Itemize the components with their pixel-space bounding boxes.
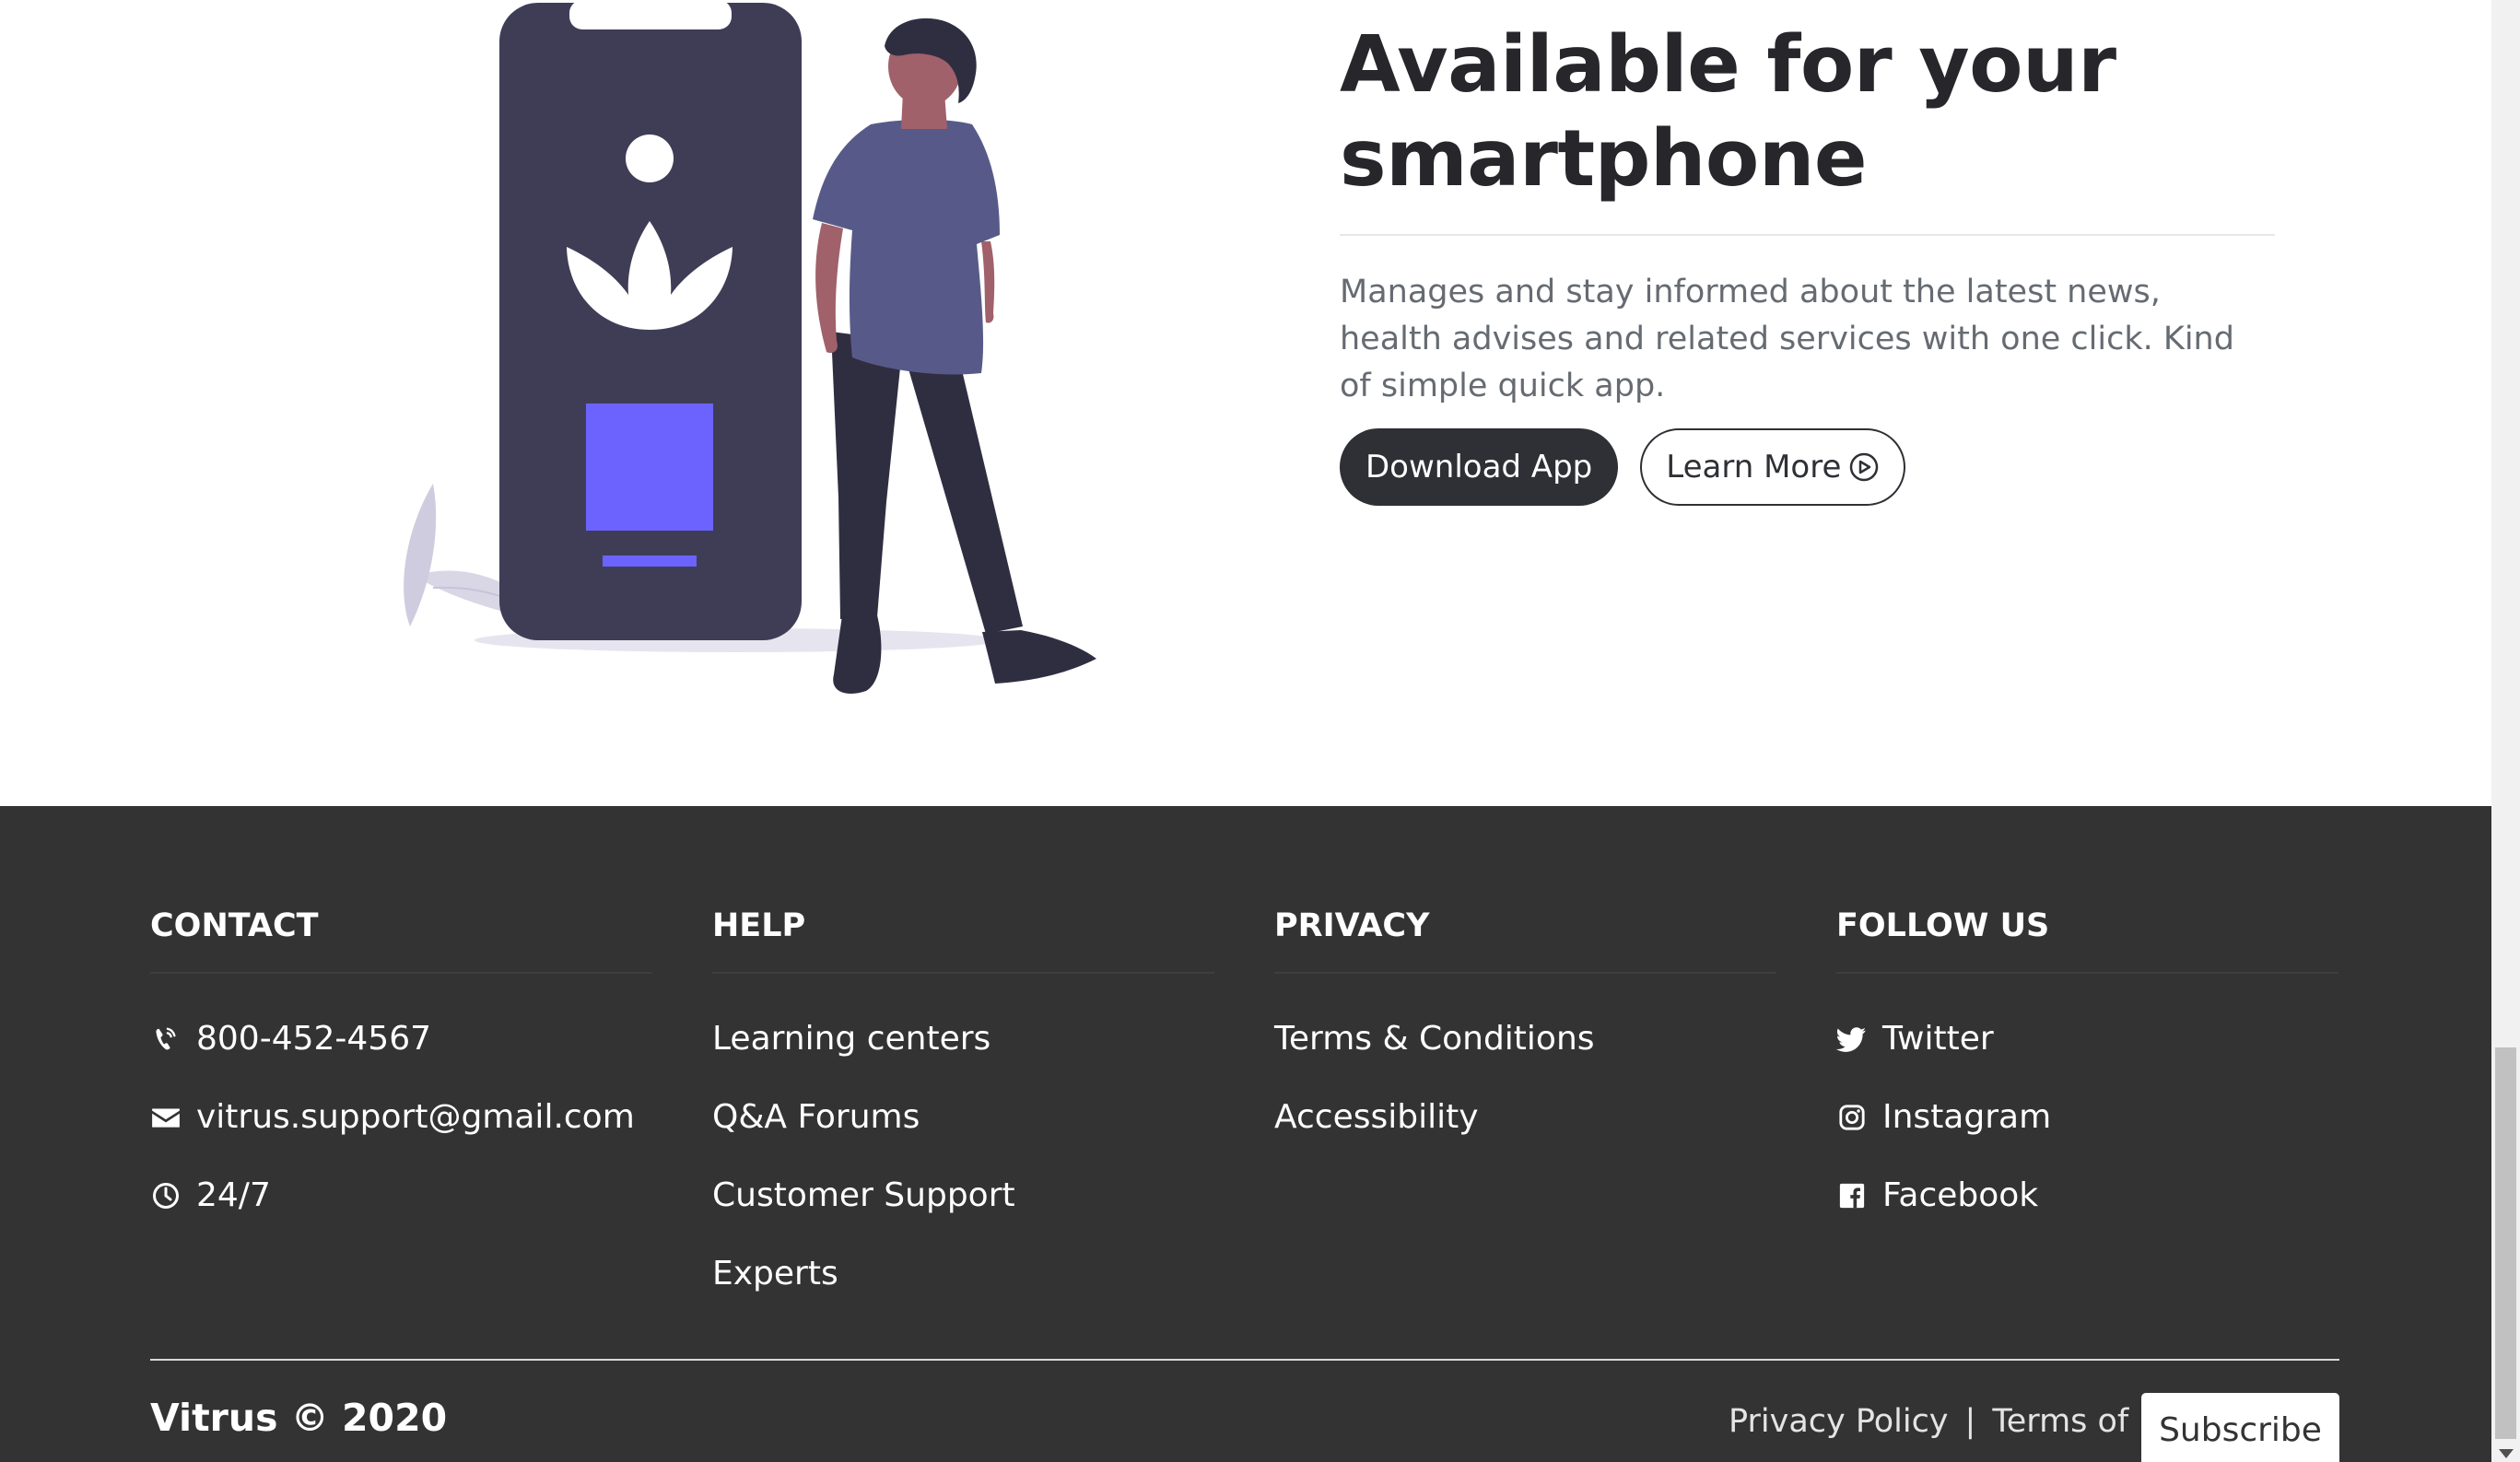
hero-title-line2: smartphone bbox=[1340, 113, 1868, 205]
contact-hours: 24/7 bbox=[150, 1156, 652, 1234]
hero-divider bbox=[1340, 234, 2275, 236]
privacy-link-accessibility[interactable]: Accessibility bbox=[1274, 1078, 1776, 1156]
privacy-link-terms[interactable]: Terms & Conditions bbox=[1274, 1000, 1776, 1078]
subscribe-button[interactable]: Subscribe bbox=[2141, 1393, 2339, 1462]
contact-email[interactable]: vitrus.support@gmail.com bbox=[150, 1078, 652, 1156]
help-column: HELP Learning centers Q&A Forums Custome… bbox=[712, 907, 1214, 1313]
follow-heading: FOLLOW US bbox=[1836, 907, 2050, 944]
privacy-heading: PRIVACY bbox=[1274, 907, 1430, 944]
help-divider bbox=[712, 972, 1214, 974]
contact-heading: CONTACT bbox=[150, 907, 319, 944]
learn-more-button[interactable]: Learn More bbox=[1640, 428, 1906, 506]
clock-icon bbox=[150, 1180, 182, 1211]
instagram-icon bbox=[1836, 1102, 1868, 1133]
contact-email-text: vitrus.support@gmail.com bbox=[196, 1098, 635, 1136]
page-scrollbar[interactable] bbox=[2491, 0, 2520, 1462]
contact-hours-text: 24/7 bbox=[196, 1176, 271, 1214]
legal-separator: | bbox=[1964, 1403, 1976, 1440]
social-twitter-label: Twitter bbox=[1882, 1020, 1994, 1058]
play-circle-icon bbox=[1848, 451, 1880, 483]
hero-text-block: Available for your smartphone Manages an… bbox=[1340, 18, 2275, 506]
hero-title: Available for your smartphone bbox=[1340, 18, 2275, 206]
contact-divider bbox=[150, 972, 652, 974]
footer-legal-links: Privacy Policy | Terms of use bbox=[1729, 1403, 2196, 1440]
hero-buttons: Download App Learn More bbox=[1340, 428, 2275, 506]
hero-title-line1: Available for your bbox=[1340, 19, 2116, 111]
smartphone-illustration bbox=[404, 0, 1096, 694]
help-heading: HELP bbox=[712, 907, 806, 944]
help-link-customer-support[interactable]: Customer Support bbox=[712, 1156, 1214, 1234]
social-instagram-label: Instagram bbox=[1882, 1098, 2052, 1136]
learn-more-label: Learn More bbox=[1666, 449, 1842, 485]
social-link-facebook[interactable]: Facebook bbox=[1836, 1156, 2338, 1234]
footer-divider bbox=[150, 1359, 2339, 1361]
envelope-icon bbox=[150, 1102, 182, 1133]
social-facebook-label: Facebook bbox=[1882, 1176, 2039, 1214]
download-app-button[interactable]: Download App bbox=[1340, 428, 1619, 506]
contact-phone[interactable]: 800-452-4567 bbox=[150, 1000, 652, 1078]
scroll-down-arrow-icon[interactable] bbox=[2499, 1449, 2514, 1458]
help-link-learning-centers[interactable]: Learning centers bbox=[712, 1000, 1214, 1078]
privacy-policy-link[interactable]: Privacy Policy bbox=[1729, 1403, 1949, 1440]
hero-description: Manages and stay informed about the late… bbox=[1340, 274, 2234, 404]
facebook-icon bbox=[1836, 1180, 1868, 1211]
follow-column: FOLLOW US Twitter Instagram Facebook bbox=[1836, 907, 2338, 1234]
site-footer: CONTACT 800-452-4567 vitrus.support@gmai… bbox=[0, 806, 2491, 1462]
phone-icon bbox=[150, 1023, 182, 1055]
contact-phone-text: 800-452-4567 bbox=[196, 1020, 432, 1058]
social-link-twitter[interactable]: Twitter bbox=[1836, 1000, 2338, 1078]
follow-divider bbox=[1836, 972, 2338, 974]
help-link-experts[interactable]: Experts bbox=[712, 1234, 1214, 1313]
scrollbar-thumb[interactable] bbox=[2495, 1047, 2516, 1439]
social-link-instagram[interactable]: Instagram bbox=[1836, 1078, 2338, 1156]
twitter-icon bbox=[1836, 1023, 1868, 1055]
app-promo-section: Available for your smartphone Manages an… bbox=[0, 0, 2491, 806]
privacy-divider bbox=[1274, 972, 1776, 974]
contact-column: CONTACT 800-452-4567 vitrus.support@gmai… bbox=[150, 907, 652, 1234]
privacy-column: PRIVACY Terms & Conditions Accessibility bbox=[1274, 907, 1776, 1156]
help-link-qa-forums[interactable]: Q&A Forums bbox=[712, 1078, 1214, 1156]
footer-brand-copyright: Vitrus © 2020 bbox=[150, 1396, 448, 1440]
